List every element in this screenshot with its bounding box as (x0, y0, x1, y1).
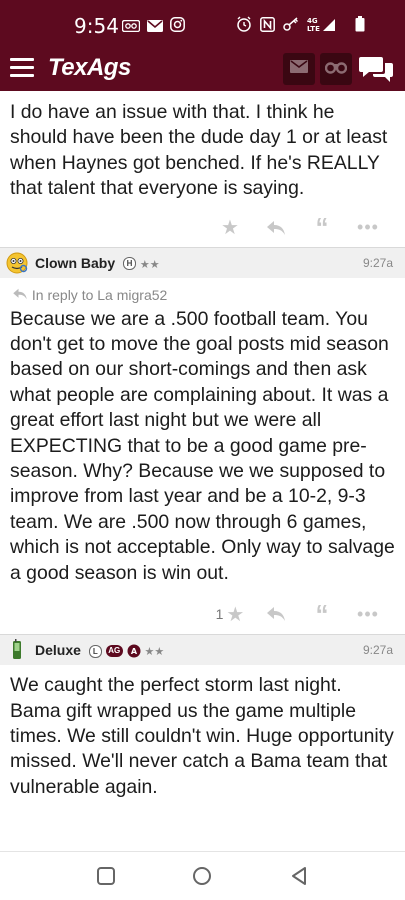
home-button[interactable] (192, 866, 212, 891)
post-time: 9:27a (362, 643, 393, 658)
post-body: Because we are a .500 football team. You… (10, 307, 395, 584)
reply-button[interactable] (253, 220, 299, 236)
post-body: I do have an issue with that. I think he… (10, 101, 388, 200)
thread-content[interactable]: I do have an issue with that. I think he… (0, 91, 405, 851)
battery-icon (355, 16, 365, 36)
star-button[interactable]: 1 ★ (207, 602, 253, 627)
system-nav-bar (0, 851, 405, 900)
avatar[interactable] (6, 252, 28, 274)
rating-stars: ★★ (139, 258, 160, 271)
post-actions: 1 ★ “ ••• (0, 594, 405, 634)
more-button[interactable]: ••• (345, 604, 391, 625)
alarm-icon (236, 16, 252, 36)
reply-arrow-icon (13, 288, 27, 299)
nfc-icon (260, 16, 275, 36)
star-button[interactable]: ★ (207, 215, 253, 240)
envelope-icon (290, 60, 308, 78)
badge-h: H (123, 257, 137, 271)
lte-signal-icon: 4G LTE (307, 16, 347, 36)
post-header: Clown Baby H ★★ 9:27a (0, 246, 405, 278)
team-logo-icon: A (127, 642, 145, 658)
app-header: TexAgs (0, 48, 405, 91)
svg-text:4G: 4G (307, 17, 318, 25)
post: I do have an issue with that. I think he… (0, 91, 405, 247)
svg-text:LTE: LTE (307, 25, 320, 32)
voicemail-icon (121, 18, 141, 36)
svg-text:A: A (130, 647, 137, 656)
reply-reference[interactable]: In reply to La migra52 (0, 278, 405, 307)
post-actions: ★ “ ••• (0, 209, 405, 247)
menu-icon[interactable] (10, 58, 36, 78)
instagram-icon (170, 17, 185, 36)
email-notification-icon (147, 18, 163, 36)
recent-apps-button[interactable] (96, 866, 116, 891)
quote-button[interactable]: “ (299, 599, 345, 630)
more-button[interactable]: ••• (345, 217, 391, 238)
username[interactable]: Deluxe (35, 642, 81, 658)
back-button[interactable] (289, 866, 309, 891)
status-bar: 9:54 4G LTE (0, 0, 405, 52)
chat-icon[interactable] (359, 53, 395, 85)
reply-to-text: In reply to La migra52 (31, 286, 168, 303)
quote-button[interactable]: “ (299, 212, 345, 243)
post-time: 9:27a (362, 255, 393, 270)
badge-ag: AG (105, 645, 123, 658)
post: Deluxe L AG A ★★ 9:27a We caught the per… (0, 634, 405, 800)
username[interactable]: Clown Baby (35, 255, 115, 271)
badge-l: L (88, 644, 102, 658)
like-count: 1 (215, 606, 224, 623)
avatar[interactable] (6, 639, 28, 661)
messages-button[interactable] (283, 53, 315, 85)
reply-button[interactable] (253, 606, 299, 622)
post: Clown Baby H ★★ 9:27a In reply to La mig… (0, 246, 405, 634)
key-icon (283, 17, 299, 35)
watchlist-button[interactable] (320, 53, 352, 85)
post-body: We caught the perfect storm last night. … (10, 674, 394, 798)
texags-logo[interactable]: TexAgs (48, 54, 131, 82)
status-time: 9:54 (74, 14, 119, 38)
binoculars-icon (324, 60, 348, 79)
rating-stars: ★★ (144, 645, 165, 658)
post-header: Deluxe L AG A ★★ 9:27a (0, 634, 405, 666)
